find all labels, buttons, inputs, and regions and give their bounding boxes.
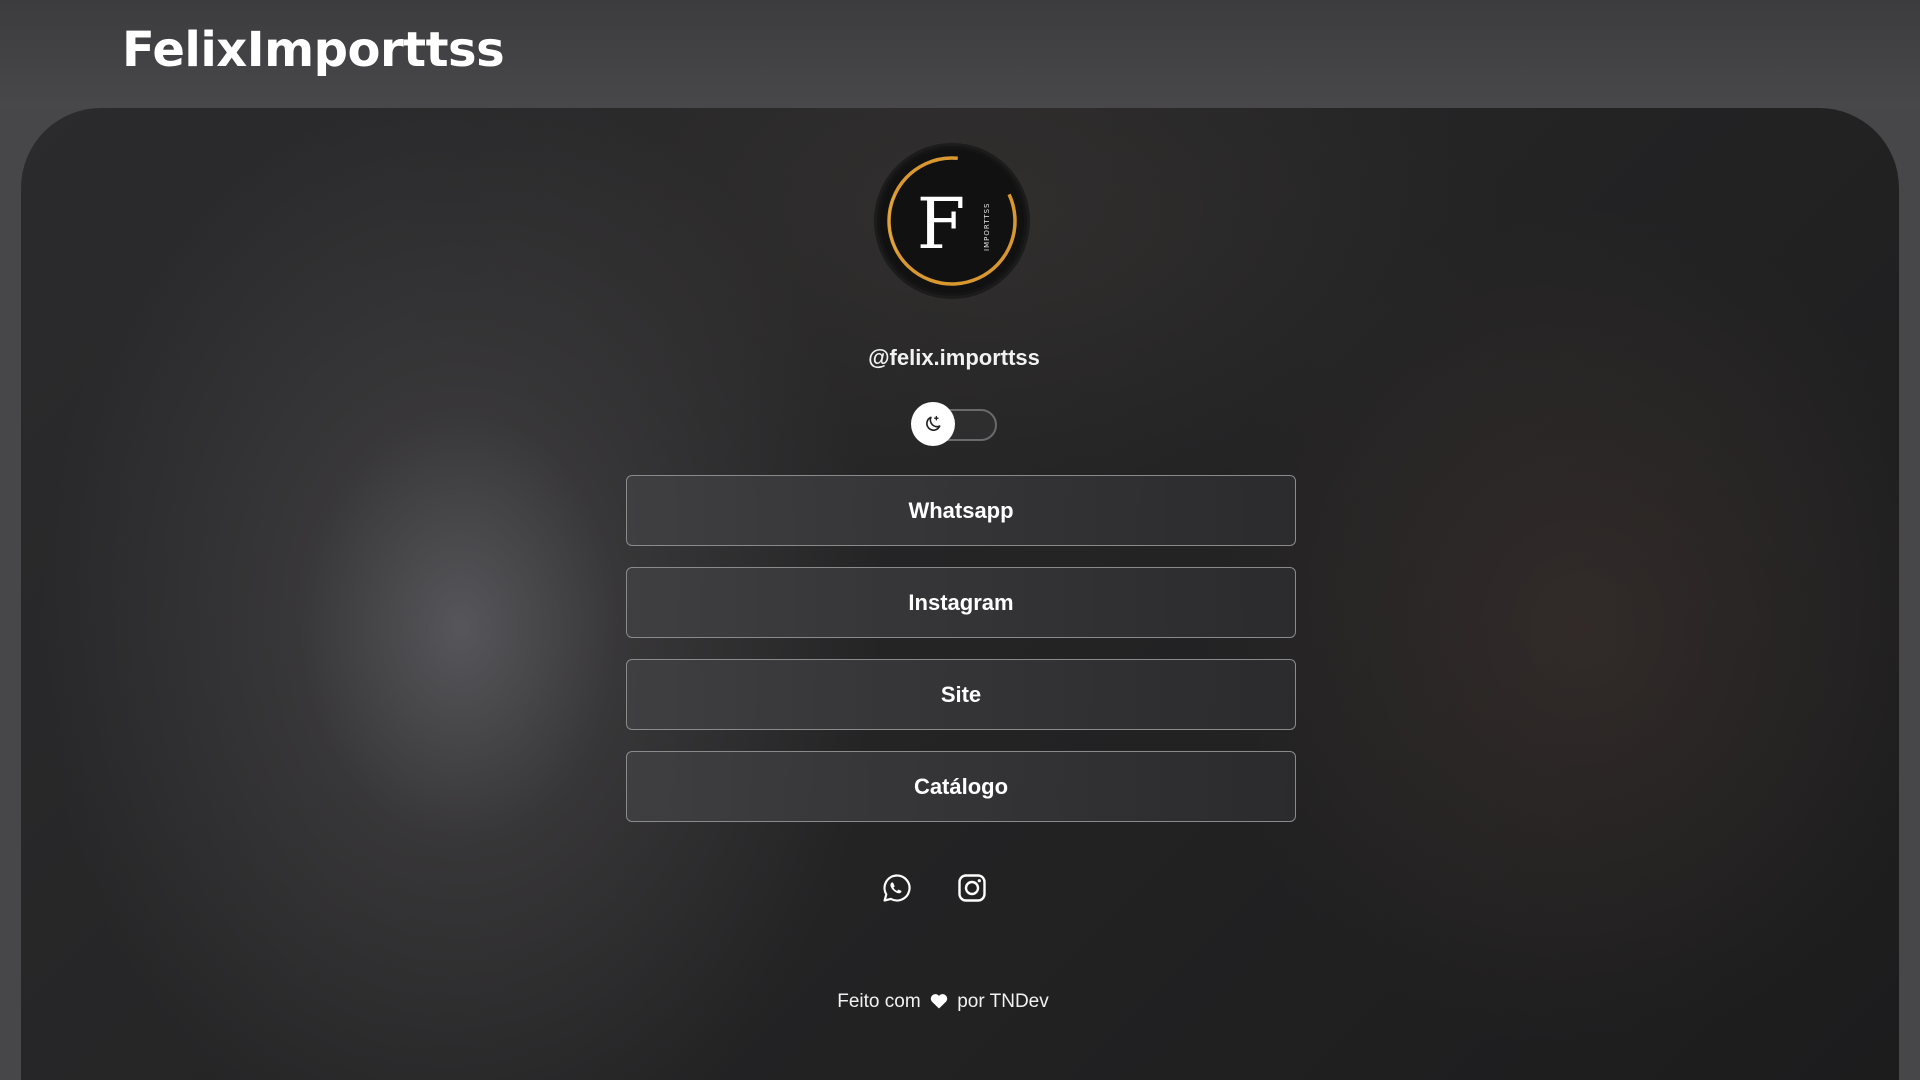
profile-avatar: F IMPORTTSS bbox=[877, 146, 1027, 296]
logo-letter: F bbox=[917, 183, 966, 265]
theme-toggle[interactable] bbox=[911, 402, 997, 446]
whatsapp-icon[interactable] bbox=[881, 872, 913, 904]
profile-handle: @felix.importtss bbox=[868, 345, 1040, 370]
instagram-icon[interactable] bbox=[956, 872, 988, 904]
page-header: FelixImporttss bbox=[0, 0, 1920, 108]
logo-side-text: IMPORTTSS bbox=[983, 202, 991, 251]
felix-logo: F IMPORTTSS bbox=[880, 149, 1024, 293]
footer-author: por TNDev bbox=[957, 991, 1049, 1012]
footer-prefix: Feito com bbox=[837, 991, 921, 1012]
instagram-link-button[interactable]: Instagram bbox=[626, 567, 1296, 638]
moon-icon bbox=[926, 415, 941, 431]
footer-credit: Feito com por TNDev bbox=[21, 991, 1865, 1013]
whatsapp-link-button[interactable]: Whatsapp bbox=[626, 475, 1296, 546]
site-link-button[interactable]: Site bbox=[626, 659, 1296, 730]
toggle-knob[interactable] bbox=[911, 402, 955, 446]
profile-card: F IMPORTTSS @felix.importtss Whatsapp In… bbox=[21, 108, 1899, 1080]
heart-icon bbox=[930, 994, 948, 1009]
catalog-link-button[interactable]: Catálogo bbox=[626, 751, 1296, 822]
site-title: FelixImporttss bbox=[122, 22, 505, 78]
